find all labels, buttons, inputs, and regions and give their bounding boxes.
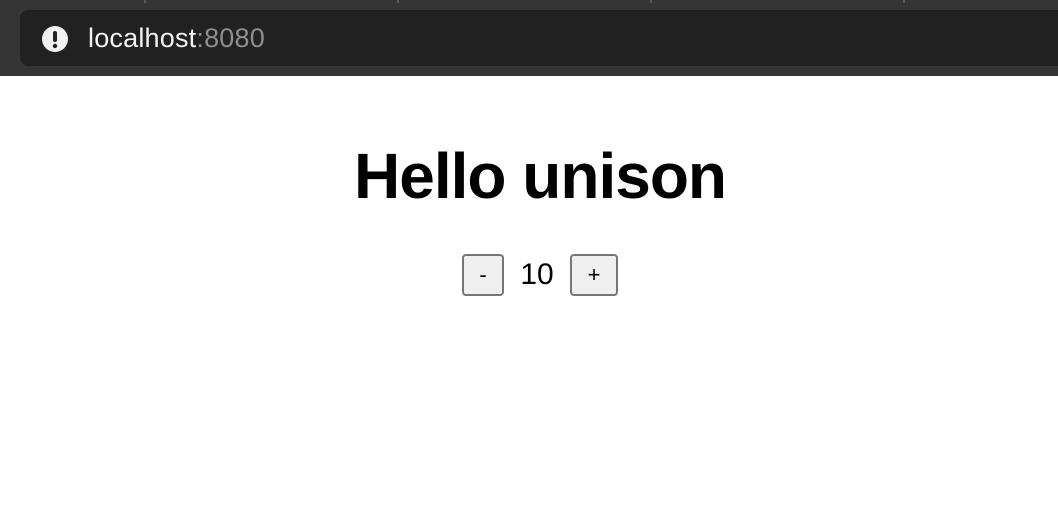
increment-button[interactable]: +: [570, 254, 618, 296]
tab-divider: [397, 0, 399, 3]
tab-divider: [144, 0, 146, 3]
browser-toolbar: localhost:8080: [0, 0, 1058, 76]
address-bar[interactable]: localhost:8080: [20, 10, 1058, 66]
url-text[interactable]: localhost:8080: [88, 22, 265, 54]
info-circle-icon[interactable]: [42, 26, 68, 52]
tab-strip: [0, 0, 1058, 3]
url-port: :8080: [196, 23, 265, 53]
counter-value: 10: [520, 258, 554, 291]
counter: - 10 +: [462, 254, 618, 296]
tab-divider: [650, 0, 652, 3]
url-host: localhost: [88, 23, 197, 53]
tab-divider: [903, 0, 905, 3]
decrement-button[interactable]: -: [462, 254, 504, 296]
page-content: Hello unison - 10 +: [0, 76, 1058, 508]
page-title: Hello unison: [354, 140, 727, 212]
